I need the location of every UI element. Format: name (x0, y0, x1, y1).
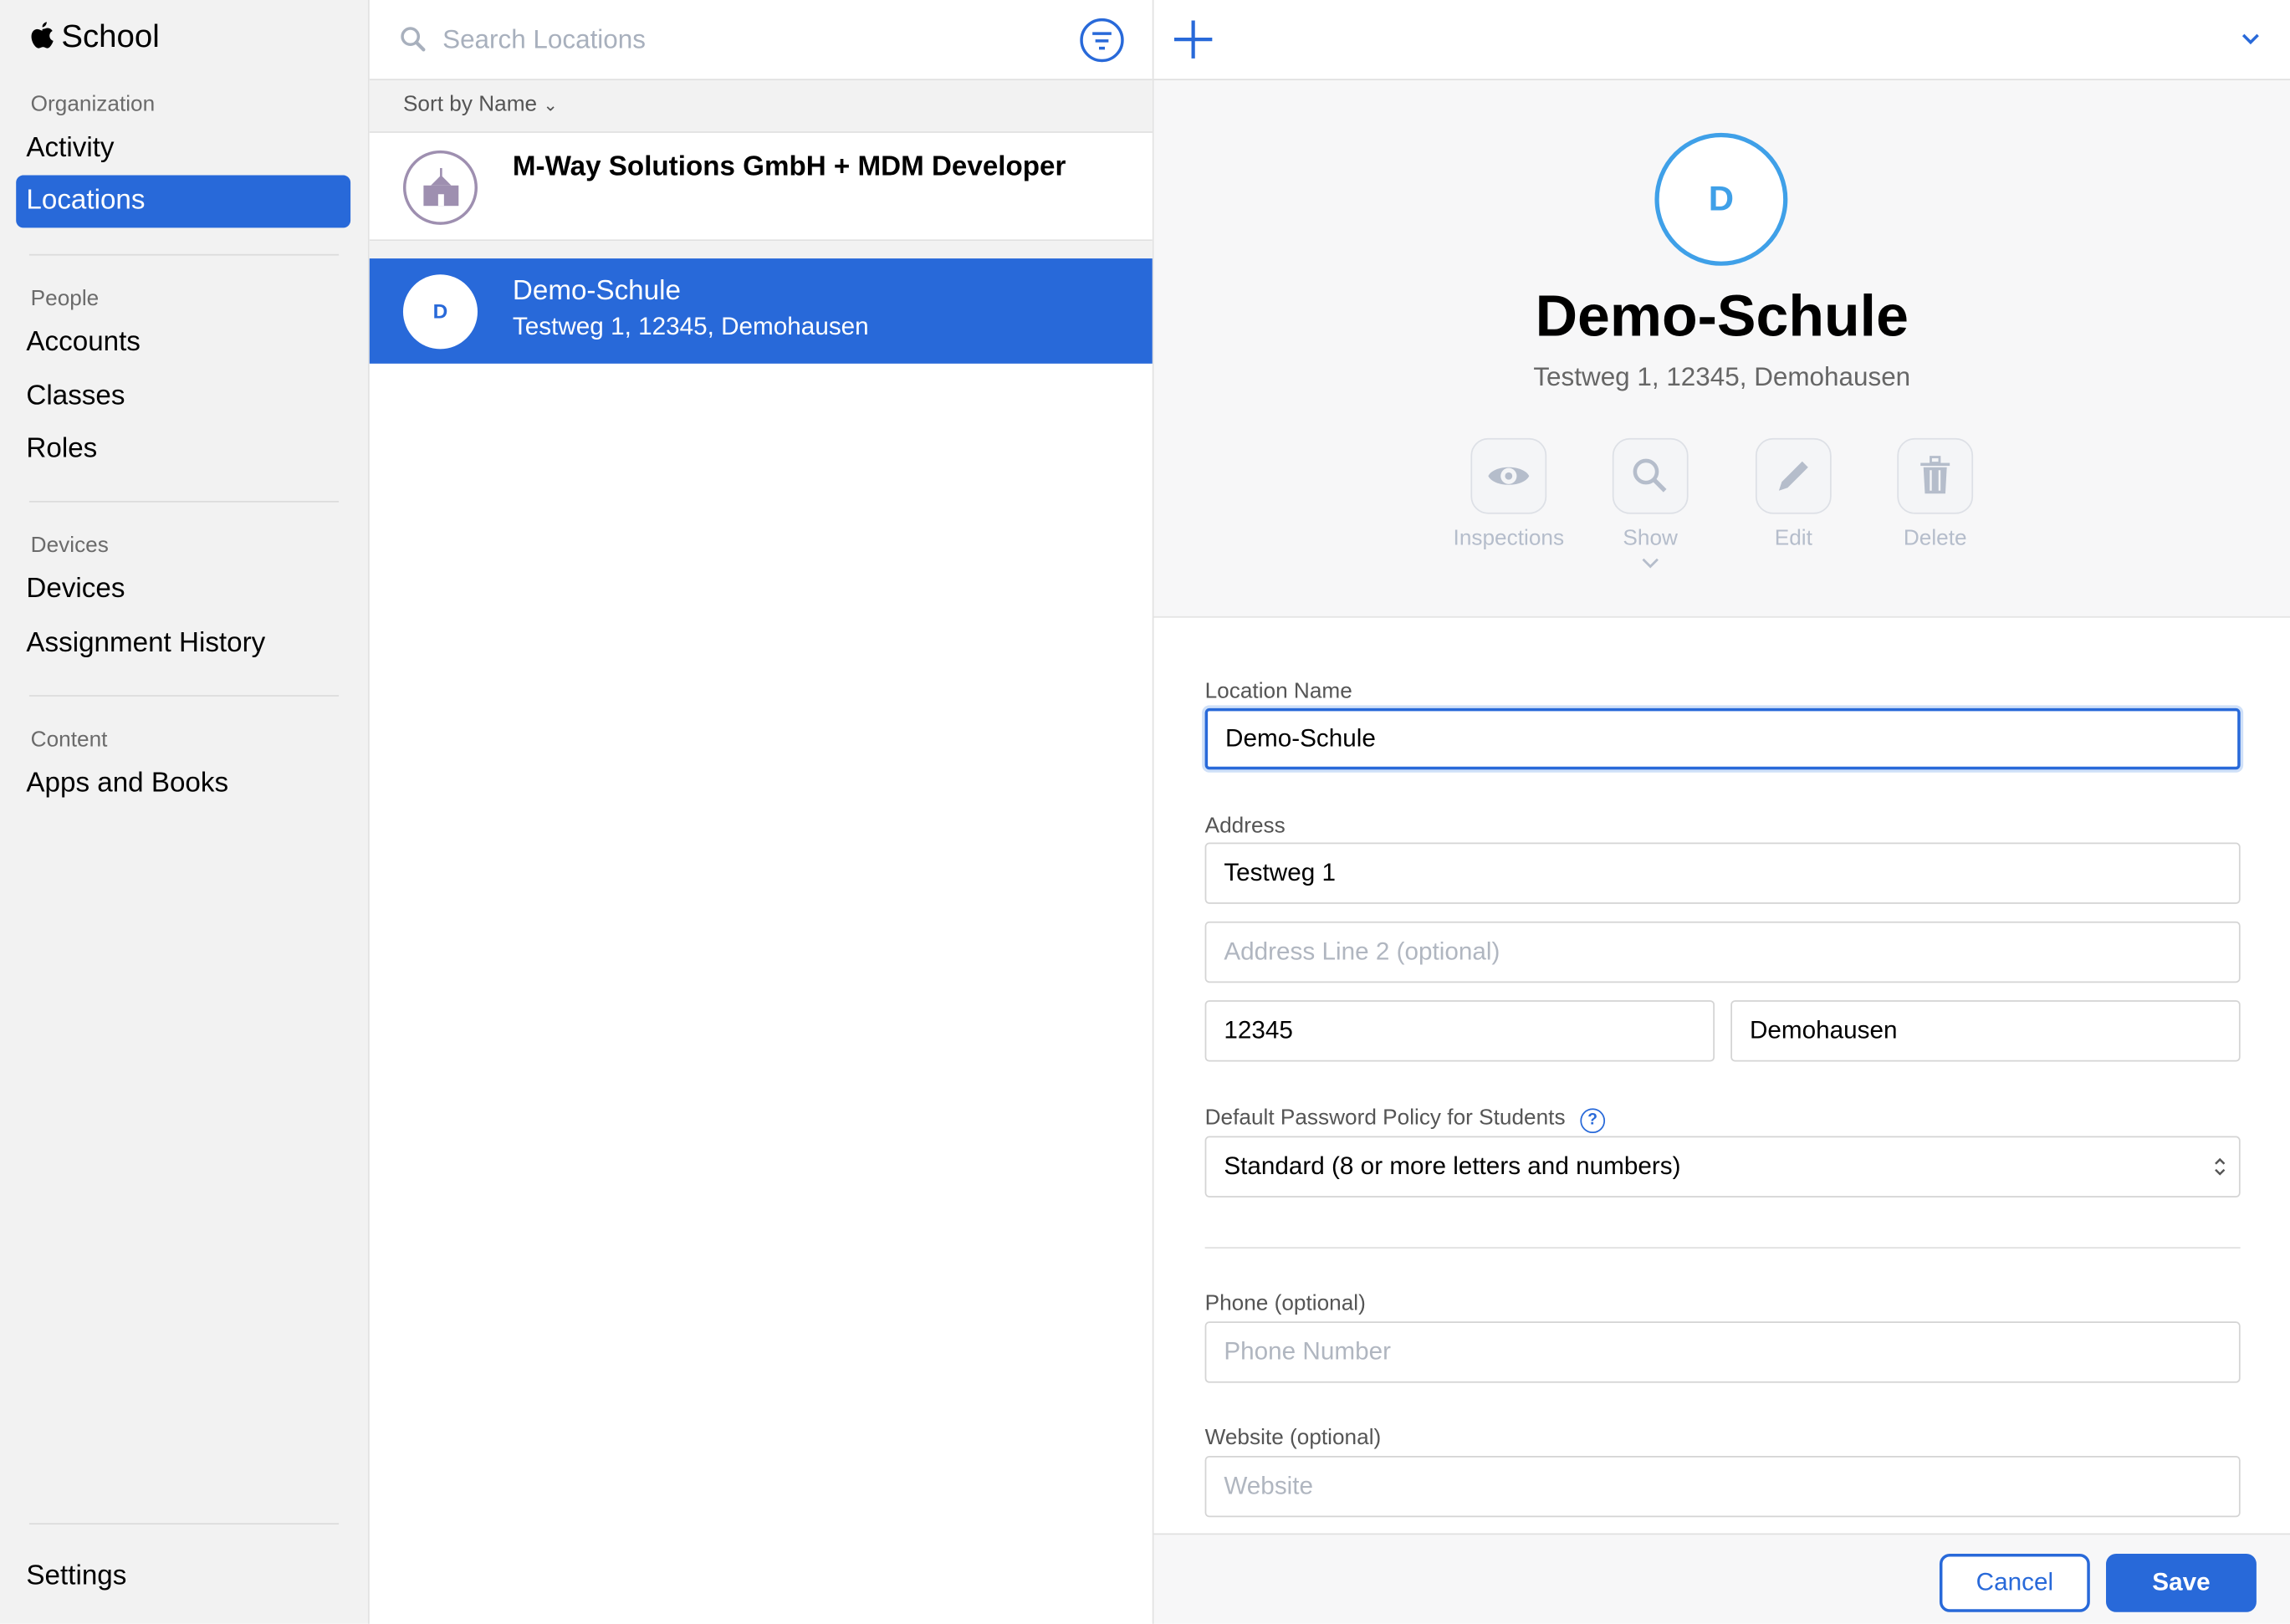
location-name: Demo-Schule (1535, 284, 1909, 350)
phone-input[interactable] (1204, 1321, 2241, 1383)
delete-button[interactable]: Delete (1862, 437, 2008, 550)
address-line2-input[interactable] (1204, 921, 2241, 983)
address-line1-input[interactable] (1204, 842, 2241, 904)
website-input[interactable] (1204, 1455, 2241, 1518)
detail-pane: D Demo-Schule Testweg 1, 12345, Demohaus… (1153, 0, 2290, 1624)
location-address: Testweg 1, 12345, Demohausen (512, 312, 869, 340)
password-policy-select[interactable]: Standard (8 or more letters and numbers) (1204, 1136, 2241, 1198)
school-building-icon (402, 150, 478, 225)
location-title: M-Way Solutions GmbH + MDM Developer (512, 151, 1066, 183)
location-name-label: Location Name (1204, 678, 1352, 704)
sidebar-item-devices[interactable]: Devices (16, 564, 350, 616)
sidebar-item-assignment-history[interactable]: Assignment History (16, 618, 350, 671)
sidebar-item-classes[interactable]: Classes (16, 371, 350, 424)
search-bar (369, 0, 1153, 81)
magnifier-icon (1633, 458, 1667, 493)
location-title: Demo-Schule (512, 276, 681, 307)
city-input[interactable] (1730, 1000, 2241, 1062)
pencil-icon (1778, 461, 1808, 491)
toolbar (1153, 0, 2290, 81)
website-label: Website (optional) (1204, 1425, 1382, 1450)
cancel-button[interactable]: Cancel (1939, 1553, 2090, 1612)
trash-icon (1920, 456, 1950, 494)
sidebar-item-roles[interactable]: Roles (16, 423, 350, 476)
add-icon[interactable] (1173, 19, 1214, 60)
sidebar: School Organization Activity Locations P… (0, 0, 370, 1624)
divider (28, 695, 340, 697)
section-devices: Devices (30, 533, 109, 559)
filter-icon[interactable] (1079, 18, 1124, 63)
chevron-down-icon (1577, 550, 1724, 576)
help-icon[interactable]: ? (1580, 1108, 1606, 1134)
chevron-down-icon[interactable] (2241, 32, 2261, 46)
sidebar-item-apps-and-books[interactable]: Apps and Books (16, 758, 350, 810)
location-address: Testweg 1, 12345, Demohausen (1533, 362, 1911, 391)
location-list: Sort by Name ⌄ M-Way Solutions GmbH + MD… (369, 0, 1154, 1624)
section-people: People (30, 286, 100, 311)
divider (28, 500, 340, 503)
password-policy-label: Default Password Policy for Students ? (1205, 1106, 1606, 1134)
location-header: D Demo-Schule Testweg 1, 12345, Demohaus… (1153, 80, 2290, 618)
search-input[interactable] (442, 17, 1056, 62)
app-title: School (29, 18, 160, 55)
divider (369, 241, 1153, 259)
divider (28, 253, 340, 256)
divider (1204, 1247, 2241, 1249)
location-name-input[interactable] (1204, 707, 2241, 770)
address-label: Address (1204, 813, 1286, 839)
sidebar-item-settings[interactable]: Settings (16, 1550, 350, 1603)
section-organization: Organization (30, 92, 156, 117)
chevron-up-down-icon (2215, 1157, 2226, 1176)
list-item-selected[interactable]: D Demo-Schule Testweg 1, 12345, Demohaus… (369, 258, 1153, 364)
list-item[interactable]: M-Way Solutions GmbH + MDM Developer (369, 132, 1153, 242)
divider (28, 1523, 340, 1525)
inspections-button[interactable]: Inspections (1436, 437, 1582, 550)
show-button[interactable]: Show (1577, 437, 1724, 577)
save-button[interactable]: Save (2106, 1553, 2257, 1612)
eye-icon (1488, 467, 1530, 485)
sidebar-item-accounts[interactable]: Accounts (16, 317, 350, 370)
edit-button[interactable]: Edit (1720, 437, 1867, 550)
phone-label: Phone (optional) (1204, 1290, 1366, 1316)
avatar: D (1654, 132, 1788, 266)
apple-logo-icon (31, 22, 54, 49)
search-icon (401, 27, 426, 52)
avatar: D (402, 274, 478, 350)
chevron-down-icon: ⌄ (543, 94, 558, 115)
zip-input[interactable] (1204, 1000, 1715, 1062)
footer: Cancel Save (1153, 1533, 2290, 1624)
sort-dropdown[interactable]: Sort by Name ⌄ (369, 80, 1153, 133)
sidebar-item-activity[interactable]: Activity (16, 123, 350, 176)
section-content: Content (30, 727, 108, 753)
sidebar-item-locations[interactable]: Locations (16, 175, 351, 228)
